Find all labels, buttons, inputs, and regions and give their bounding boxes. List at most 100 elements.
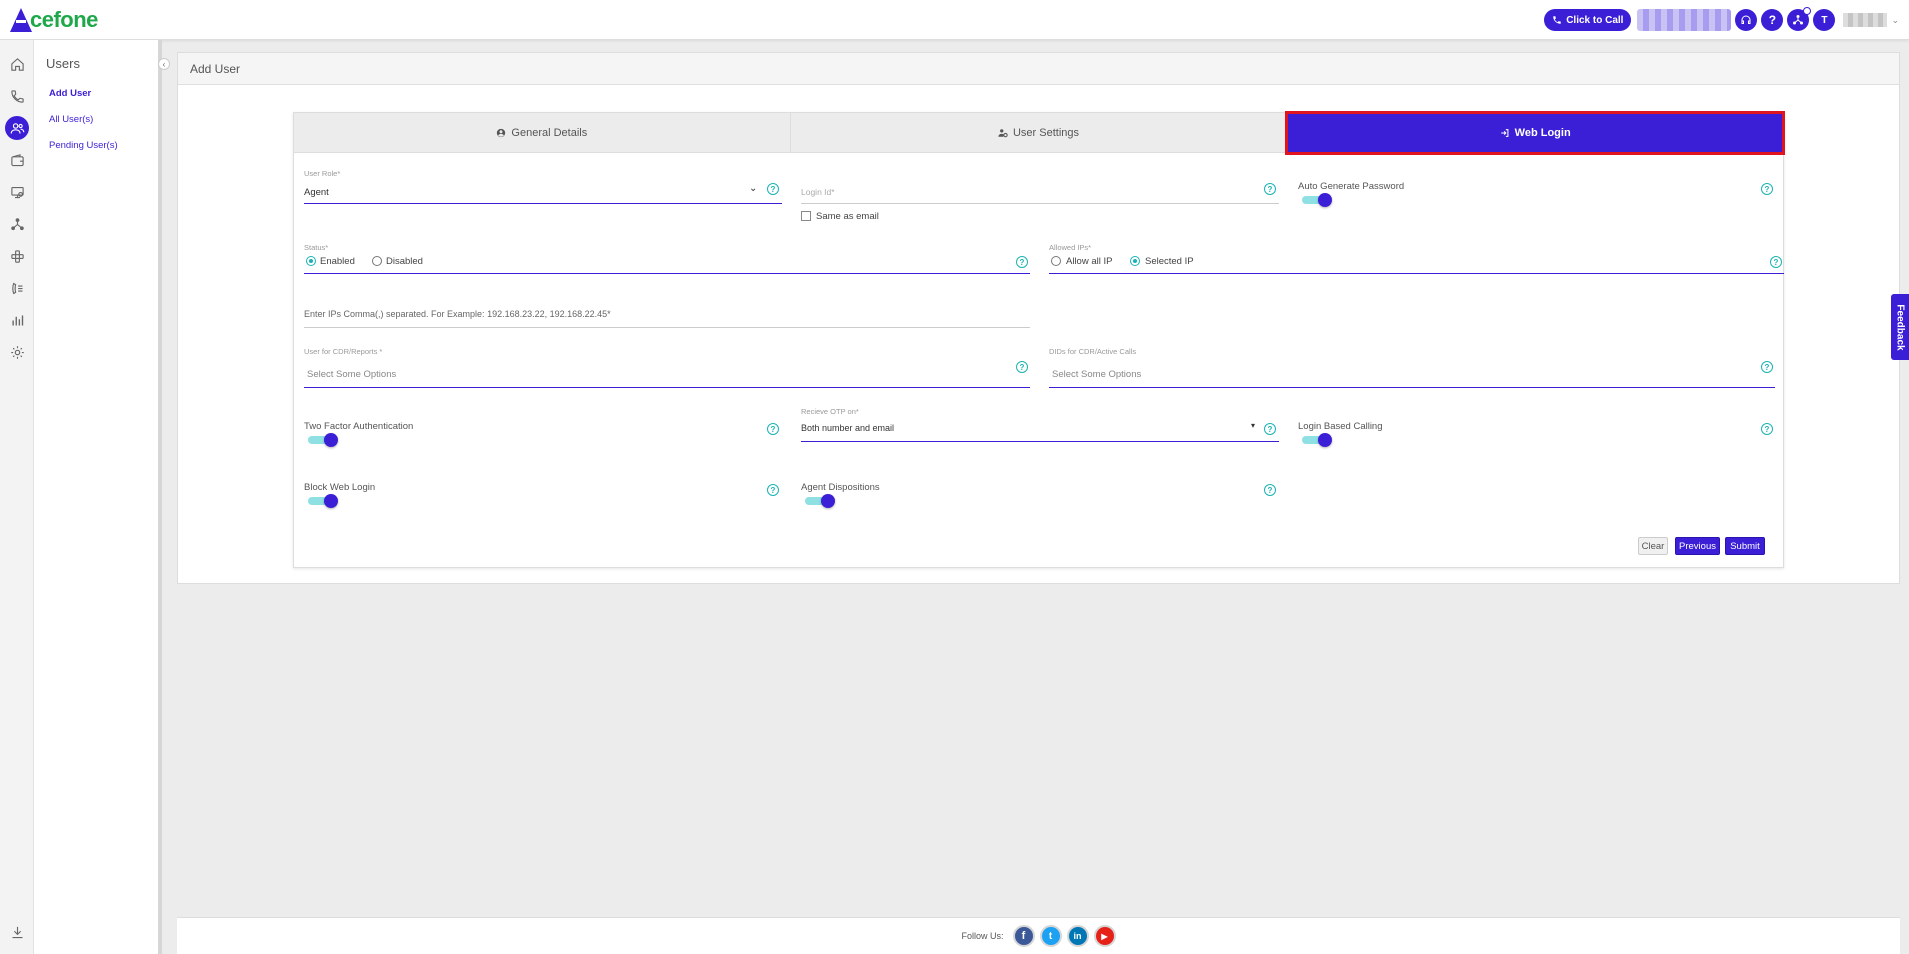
ips-input-underline <box>304 327 1030 328</box>
dids-for-cdr-underline <box>1049 387 1775 388</box>
status-label: Status* <box>304 243 329 252</box>
submenu-item-add-user[interactable]: Add User <box>49 88 91 99</box>
user-role-label: User Role* <box>304 169 341 178</box>
allowed-ips-help-icon[interactable]: ? <box>1770 256 1782 268</box>
user-for-cdr-underline <box>304 387 1030 388</box>
receive-otp-label: Recieve OTP on* <box>801 407 859 416</box>
phone-icon <box>1553 16 1561 24</box>
caller-id-selector[interactable] <box>1637 9 1732 31</box>
headset-icon <box>1741 15 1751 24</box>
download-icon[interactable] <box>5 920 29 944</box>
headset-button[interactable] <box>1735 9 1758 31</box>
block-web-login-toggle[interactable] <box>308 494 338 508</box>
chevron-left-icon: ‹ <box>162 59 166 69</box>
monitor-settings-icon[interactable] <box>5 180 29 204</box>
settings-gear-icon[interactable] <box>5 340 29 364</box>
previous-button[interactable]: Previous <box>1675 537 1720 555</box>
status-help-icon[interactable]: ? <box>1016 256 1028 268</box>
follow-us-label: Follow Us: <box>961 931 1004 941</box>
tab-web-login[interactable]: Web Login <box>1285 111 1786 155</box>
user-role-help-icon[interactable]: ? <box>767 183 779 195</box>
hierarchy-icon[interactable] <box>5 212 29 236</box>
receive-otp-select[interactable]: Both number and email <box>801 423 894 433</box>
page-title: Add User <box>178 53 1899 85</box>
network-status-button[interactable] <box>1787 7 1812 31</box>
same-as-email-label: Same as email <box>816 211 879 222</box>
login-based-calling-help-icon[interactable]: ? <box>1761 423 1773 435</box>
clear-button[interactable]: Clear <box>1638 537 1668 555</box>
youtube-icon[interactable]: ▶ <box>1093 925 1116 947</box>
login-id-help-icon[interactable]: ? <box>1264 183 1276 195</box>
agent-dispositions-toggle[interactable] <box>805 494 835 508</box>
chevron-down-icon[interactable]: ⌄ <box>1891 15 1899 26</box>
selected-ip-label: Selected IP <box>1145 256 1194 267</box>
linkedin-icon[interactable]: in <box>1066 925 1089 947</box>
user-role-select[interactable]: Agent <box>304 187 329 198</box>
dropdown-caret-icon[interactable]: ▾ <box>1251 421 1255 430</box>
users-icon[interactable] <box>5 116 29 140</box>
two-factor-help-icon[interactable]: ? <box>767 423 779 435</box>
network-icon <box>1793 15 1804 25</box>
click-to-call-button[interactable]: Click to Call <box>1544 9 1632 31</box>
same-as-email-checkbox[interactable] <box>801 211 811 221</box>
submit-button[interactable]: Submit <box>1725 537 1765 555</box>
user-role-underline <box>304 203 782 204</box>
block-web-login-help-icon[interactable]: ? <box>767 484 779 496</box>
submenu-item-all-users[interactable]: All User(s) <box>49 114 93 125</box>
form-tabs: General Details User Settings Web Login <box>294 111 1786 155</box>
ips-input[interactable]: Enter IPs Comma(,) separated. For Exampl… <box>304 309 611 319</box>
logo-mark-icon <box>10 8 32 32</box>
user-for-cdr-help-icon[interactable]: ? <box>1016 361 1028 373</box>
chevron-down-icon[interactable]: ⌄ <box>749 183 757 194</box>
user-for-cdr-label: User for CDR/Reports * <box>304 347 383 356</box>
auto-generate-password-label: Auto Generate Password <box>1298 181 1405 192</box>
status-enabled-radio[interactable] <box>306 256 316 266</box>
add-user-form: General Details User Settings Web Login … <box>293 111 1786 568</box>
two-factor-toggle[interactable] <box>308 433 338 447</box>
logo-text: cefone <box>30 7 98 32</box>
acefone-logo[interactable]: cefone <box>10 6 98 34</box>
login-based-calling-toggle[interactable] <box>1302 433 1332 447</box>
avatar[interactable]: T <box>1813 9 1836 31</box>
tab-user-settings[interactable]: User Settings <box>790 113 1288 153</box>
login-id-field[interactable]: Login Id* <box>801 187 835 197</box>
integrations-icon[interactable] <box>5 244 29 268</box>
submenu-item-pending-users[interactable]: Pending User(s) <box>49 140 118 151</box>
agent-dispositions-help-icon[interactable]: ? <box>1264 484 1276 496</box>
icon-sidebar <box>0 40 34 954</box>
status-disabled-radio[interactable] <box>372 256 382 266</box>
status-dot <box>1803 7 1812 15</box>
users-gear-icon <box>998 128 1008 137</box>
facebook-icon[interactable]: f <box>1012 925 1035 947</box>
help-button[interactable]: ? <box>1761 9 1784 31</box>
two-factor-label: Two Factor Authentication <box>304 421 414 432</box>
reports-icon[interactable] <box>5 308 29 332</box>
users-submenu: Users Add User All User(s) Pending User(… <box>34 40 162 954</box>
receive-otp-help-icon[interactable]: ? <box>1264 423 1276 435</box>
home-icon[interactable] <box>5 52 29 76</box>
user-for-cdr-select[interactable]: Select Some Options <box>307 369 396 380</box>
wallet-icon[interactable] <box>5 148 29 172</box>
login-icon <box>1500 129 1509 137</box>
allowed-ips-label: Allowed IPs* <box>1049 243 1092 252</box>
auto-generate-password-toggle[interactable] <box>1302 193 1332 207</box>
auto-generate-password-help-icon[interactable]: ? <box>1761 183 1773 195</box>
twitter-icon[interactable]: t <box>1039 925 1062 947</box>
top-header: cefone Click to Call ? T ⌄ <box>0 0 1909 40</box>
ivr-icon[interactable] <box>5 276 29 300</box>
feedback-tab[interactable]: Feedback <box>1891 294 1909 360</box>
tab-general-details[interactable]: General Details <box>294 113 791 153</box>
user-circle-icon <box>497 128 506 137</box>
login-based-calling-label: Login Based Calling <box>1298 421 1383 432</box>
username-label[interactable] <box>1843 13 1888 27</box>
agent-dispositions-label: Agent Dispositions <box>801 482 880 493</box>
selected-ip-radio[interactable] <box>1130 256 1140 266</box>
dids-for-cdr-help-icon[interactable]: ? <box>1761 361 1773 373</box>
allow-all-ip-radio[interactable] <box>1051 256 1061 266</box>
block-web-login-label: Block Web Login <box>304 482 376 493</box>
collapse-sidebar-button[interactable]: ‹ <box>158 58 170 70</box>
status-enabled-label: Enabled <box>320 256 355 267</box>
phone-icon[interactable] <box>5 84 29 108</box>
dids-for-cdr-select[interactable]: Select Some Options <box>1052 369 1141 380</box>
submenu-title: Users <box>46 56 80 71</box>
